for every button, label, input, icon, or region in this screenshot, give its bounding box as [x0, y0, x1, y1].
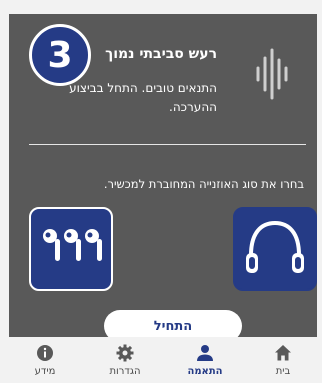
tab-home[interactable]: בית [243, 337, 322, 383]
tab-label: הגדרות [109, 366, 141, 377]
noise-status-description: התנאים טובים. התחל בביצוע ההערכה. [69, 81, 217, 114]
info-icon [37, 345, 53, 361]
hearing-test-panel: 3 רעש סביבתי נמוך התנאים טובים. התחל בבי… [9, 14, 317, 342]
headphones-icon [246, 220, 304, 273]
earbuds-option[interactable] [29, 207, 113, 291]
tab-label: בית [275, 366, 291, 377]
device-prompt: בחרו את סוג האוזנייה המחוברת למכשיר. [103, 177, 304, 191]
sound-wave-icon [256, 48, 288, 100]
tab-info[interactable]: מידע [5, 337, 85, 383]
person-icon [197, 345, 213, 361]
gear-icon [116, 344, 134, 362]
divider [29, 144, 306, 145]
tab-fitting[interactable]: התאמה [165, 337, 245, 383]
noise-status-title: רעש סביבתי נמוך [105, 46, 217, 62]
tab-label: מידע [34, 366, 56, 377]
home-icon [275, 345, 291, 361]
earbuds-icon [43, 229, 102, 261]
step-number-badge: 3 [29, 24, 91, 86]
headphones-option[interactable] [233, 207, 317, 291]
tab-label: התאמה [187, 366, 223, 377]
bottom-tab-bar: מידע הגדרות התאמה בית [0, 337, 322, 383]
screen: 3 רעש סביבתי נמוך התנאים טובים. התחל בבי… [0, 0, 322, 383]
tab-settings[interactable]: הגדרות [85, 337, 165, 383]
